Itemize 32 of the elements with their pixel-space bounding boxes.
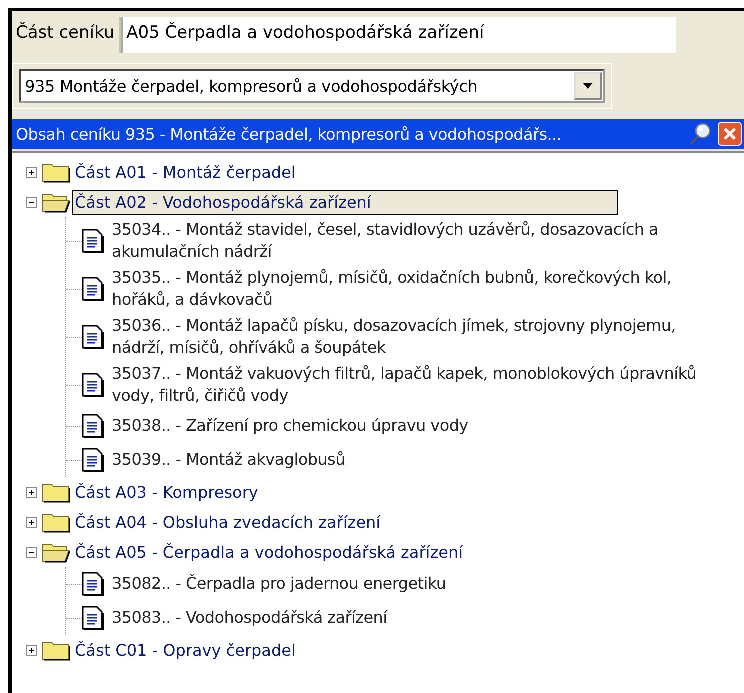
document-icon [82,572,104,596]
tree-folder-item[interactable]: Část A02 - Vodohospodářská zařízení [72,190,618,214]
document-icon [82,448,104,472]
expander-icon[interactable] [26,196,37,208]
price-list-dropdown[interactable]: 935 Montáže čerpadel, kompresorů a vodohospodářských [19,69,605,103]
tree-document-item[interactable]: 35038.. - Zařízení pro chemickou úpravu vody [112,415,468,437]
tree-document-item[interactable]: 35082.. - Čerpadla pro jadernou energetiku [112,573,446,595]
document-icon [82,325,104,349]
tree-document-item[interactable]: 35039.. - Montáž akvaglobusů [112,449,346,471]
document-icon [82,277,104,301]
tree-document-item[interactable]: 35036.. - Montáž lapačů písku, dosazovacích jímek, strojovny plynojemu, nádrží, mísičů, ohříváků a šoupátek [112,315,722,359]
tree-folder-item[interactable]: Část A01 - Montáž čerpadel [72,160,299,184]
price-list-part-field[interactable]: A05 Čerpadla a vodohospodářská zařízení [120,17,676,53]
document-icon [82,229,104,253]
panel-title: Obsah ceníku 935 - Montáže čerpadel, kompresorů a vodohospodářs... [16,124,563,144]
expander-icon[interactable] [26,516,37,528]
tree-document-item[interactable]: 35083.. - Vodohospodářská zařízení [112,607,388,629]
expander-icon[interactable] [26,546,37,558]
tree-document-item[interactable]: 35037.. - Montáž vakuových filtrů, lapačů kapek, monoblokových úpravníků vody, filtrů, čiřičů vody [112,363,722,407]
tree-folder-item[interactable]: Část A05 - Čerpadla a vodohospodářská zařízení [72,540,466,564]
expander-icon[interactable] [26,486,37,498]
expander-icon[interactable] [26,644,37,656]
document-icon [82,373,104,397]
tree-folder-item[interactable]: Část A04 - Obsluha zvedacích zařízení [72,510,384,534]
document-icon [82,606,104,630]
document-icon [82,414,104,438]
tree-folder-item[interactable]: Část A03 - Kompresory [72,480,262,504]
tree-folder-item[interactable]: Část C01 - Opravy čerpadel [72,638,299,662]
close-icon[interactable] [718,122,742,146]
expander-icon[interactable] [26,166,37,178]
tree-document-item[interactable]: 35034.. - Montáž stavidel, česel, stavidlových uzávěrů, dosazovacích a akumulačních nádrží [112,219,722,263]
tree-document-item[interactable]: 35035.. - Montáž plynojemů, mísičů, oxidačních bubnů, korečkových kol, hořáků, a dávkovačů [112,267,722,311]
